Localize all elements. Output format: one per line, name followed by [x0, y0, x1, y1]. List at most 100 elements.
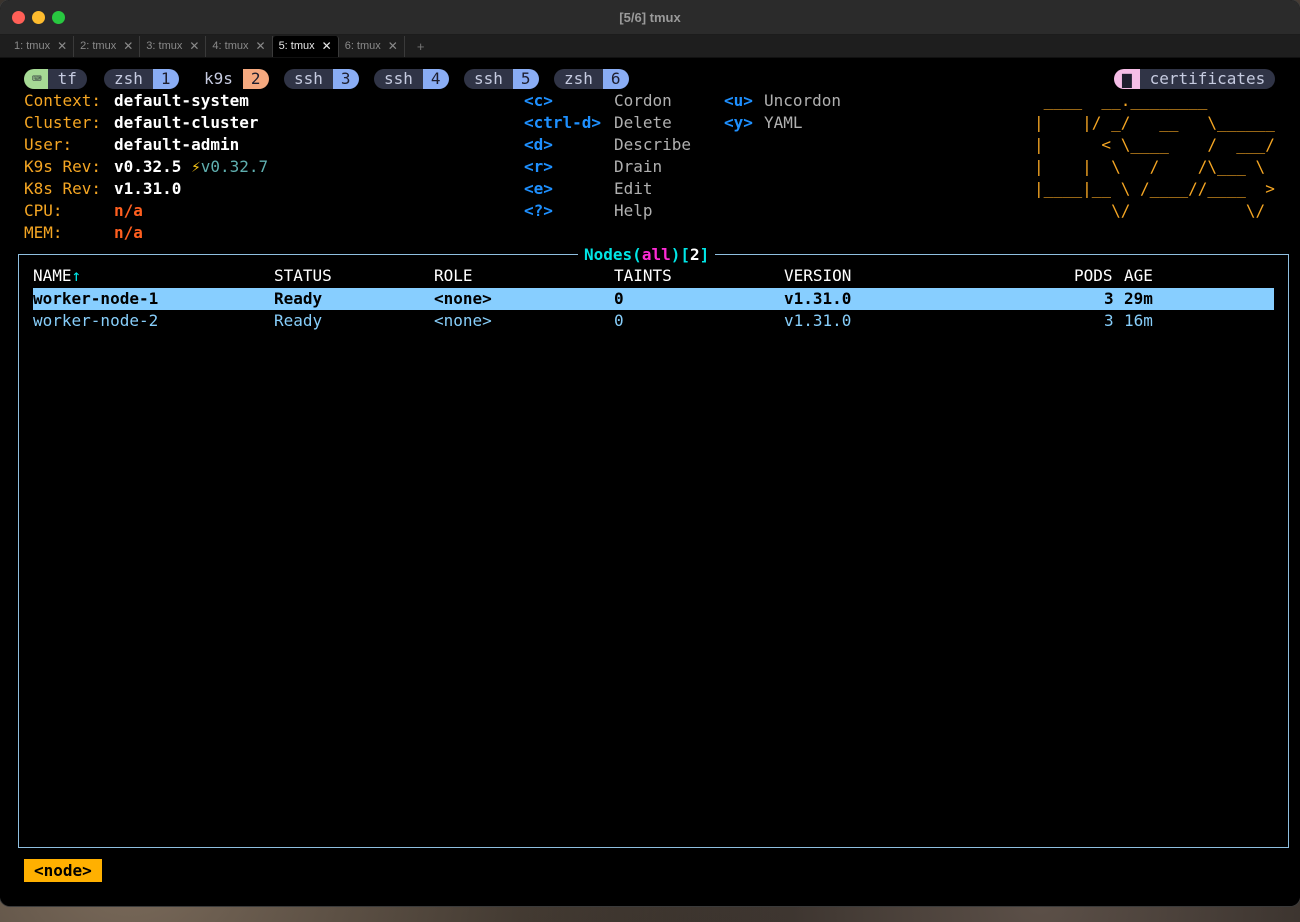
node-status: Ready [274, 311, 323, 330]
node-name: worker-node-1 [33, 289, 159, 308]
column-header-age[interactable]: AGE [1124, 265, 1153, 287]
node-pods: 3 [1104, 289, 1114, 308]
column-header-version[interactable]: VERSION [784, 265, 851, 287]
tmux-directory: ▆ certificates [1114, 69, 1276, 89]
tab-close-icon[interactable]: ✕ [322, 39, 332, 53]
tmux-session: ⌨ tf [24, 69, 87, 89]
tmux-window-3[interactable]: ssh 3 [284, 69, 359, 89]
column-header-status[interactable]: STATUS [274, 265, 332, 287]
terminal-tab-4[interactable]: 4: tmux ✕ [206, 35, 273, 57]
tab-close-icon[interactable]: ✕ [388, 39, 398, 53]
shortcut-key: <c> [524, 91, 553, 110]
tab-label: 2: tmux [80, 40, 117, 52]
k9s-latest-value: v0.32.7 [200, 157, 269, 176]
shortcut-help[interactable]: Help [614, 200, 653, 222]
node-age: 29m [1124, 289, 1153, 308]
table-row[interactable]: worker-node-1 Ready <none> 0 v1.31.0 3 2… [33, 288, 1274, 310]
column-header-role[interactable]: ROLE [434, 265, 473, 287]
tmux-window-5[interactable]: ssh 5 [464, 69, 539, 89]
node-taints: 0 [614, 311, 624, 330]
folder-icon: ▆ [1114, 69, 1140, 89]
k9s-rev-value: v0.32.5 [114, 157, 182, 176]
node-role: <none> [434, 311, 492, 330]
shortcut-describe[interactable]: Describe [614, 134, 691, 156]
shortcut-key: <u> [724, 91, 753, 110]
mem-label: MEM: [24, 223, 63, 242]
node-taints: 0 [614, 289, 624, 308]
column-header-taints[interactable]: TAINTS [614, 265, 672, 287]
node-version: v1.31.0 [784, 289, 852, 308]
k8s-rev-value: v1.31.0 [114, 179, 182, 198]
k9s-logo-line: ____ __.________ [1034, 91, 1275, 110]
tmux-window-1[interactable]: zsh 1 [104, 69, 179, 89]
cpu-row: CPU: [24, 200, 63, 222]
terminal-tab-6[interactable]: 6: tmux ✕ [339, 35, 405, 57]
shortcut-key: <?> [524, 201, 553, 220]
tmux-window-6[interactable]: zsh 6 [554, 69, 629, 89]
tab-label: 6: tmux [344, 40, 381, 52]
shortcut-key: <y> [724, 113, 753, 132]
k8s-rev-label: K8s Rev: [24, 179, 102, 198]
user-label: User: [24, 135, 73, 154]
tab-label: 4: tmux [212, 40, 249, 52]
new-tab-button[interactable]: + [417, 39, 425, 54]
terminal-area[interactable]: ⌨ tf zsh 1 k9s 2 ssh 3 ssh 4 ssh 5 zsh 6… [0, 59, 1300, 906]
window-number: 1 [152, 69, 179, 89]
terminal-tab-3[interactable]: 3: tmux ✕ [140, 35, 207, 57]
shortcut-key: <e> [524, 179, 553, 198]
node-age: 16m [1124, 311, 1153, 330]
column-header-name[interactable]: NAME↑ [33, 265, 81, 287]
k9s-rev-label: K9s Rev: [24, 157, 102, 176]
cpu-value: n/a [114, 201, 143, 220]
table-row[interactable]: worker-node-2 Ready <none> 0 v1.31.0 3 1… [33, 310, 1274, 332]
session-name: tf [47, 69, 87, 89]
k9s-rev-values: v0.32.5 ⚡v0.32.7 [114, 156, 268, 178]
window-number: 2 [242, 69, 269, 89]
table-title: Nodes(all)[2] [578, 244, 716, 266]
tab-label: 5: tmux [278, 40, 315, 52]
tmux-window-2[interactable]: k9s 2 [194, 69, 269, 89]
shortcut-delete[interactable]: Delete [614, 112, 672, 134]
context-label: Context: [24, 91, 102, 110]
title-bar: [5/6] tmux [0, 0, 1300, 35]
shortcut-yaml[interactable]: YAML [764, 112, 803, 134]
mem-row: MEM: [24, 222, 63, 244]
bolt-icon: ⚡ [191, 157, 201, 176]
tab-close-icon[interactable]: ✕ [123, 39, 133, 53]
node-pods: 3 [1104, 311, 1114, 330]
shortcut-edit[interactable]: Edit [614, 178, 653, 200]
k9s-logo-line: | < \____ / ___/ [1034, 135, 1275, 154]
tmux-window-4[interactable]: ssh 4 [374, 69, 449, 89]
context-value: default-system [114, 91, 249, 110]
directory-name: certificates [1139, 69, 1276, 89]
column-header-pods[interactable]: PODS [1074, 265, 1113, 287]
shortcut-key: <ctrl-d> [524, 113, 602, 132]
shortcut-cordon[interactable]: Cordon [614, 90, 672, 112]
tab-close-icon[interactable]: ✕ [189, 39, 199, 53]
k9s-rev-row: K9s Rev: [24, 156, 101, 178]
node-role: <none> [434, 289, 492, 308]
window-number: 5 [512, 69, 539, 89]
resource-count: 2 [689, 245, 700, 264]
tab-close-icon[interactable]: ✕ [256, 39, 266, 53]
shortcut-key: <r> [524, 157, 553, 176]
k9s-logo-line: |____|__ \ /____//____ > [1034, 179, 1275, 198]
tab-close-icon[interactable]: ✕ [57, 39, 67, 53]
node-name: worker-node-2 [33, 311, 159, 330]
cluster-row: Cluster: [24, 112, 101, 134]
terminal-tab-2[interactable]: 2: tmux ✕ [74, 35, 141, 57]
window-name: ssh [284, 69, 333, 89]
shortcut-uncordon[interactable]: Uncordon [764, 90, 841, 112]
window-number: 6 [602, 69, 629, 89]
terminal-tab-1[interactable]: 1: tmux ✕ [8, 35, 75, 57]
shortcut-drain[interactable]: Drain [614, 156, 662, 178]
terminal-tab-5[interactable]: 5: tmux ✕ [272, 35, 339, 57]
cluster-label: Cluster: [24, 113, 102, 132]
window-title: [5/6] tmux [619, 10, 681, 25]
breadcrumb[interactable]: <node> [24, 859, 102, 882]
tab-label: 1: tmux [14, 40, 51, 52]
tab-label: 3: tmux [146, 40, 183, 52]
window-number: 4 [422, 69, 449, 89]
window-number: 3 [332, 69, 359, 89]
cluster-value: default-cluster [114, 113, 259, 132]
